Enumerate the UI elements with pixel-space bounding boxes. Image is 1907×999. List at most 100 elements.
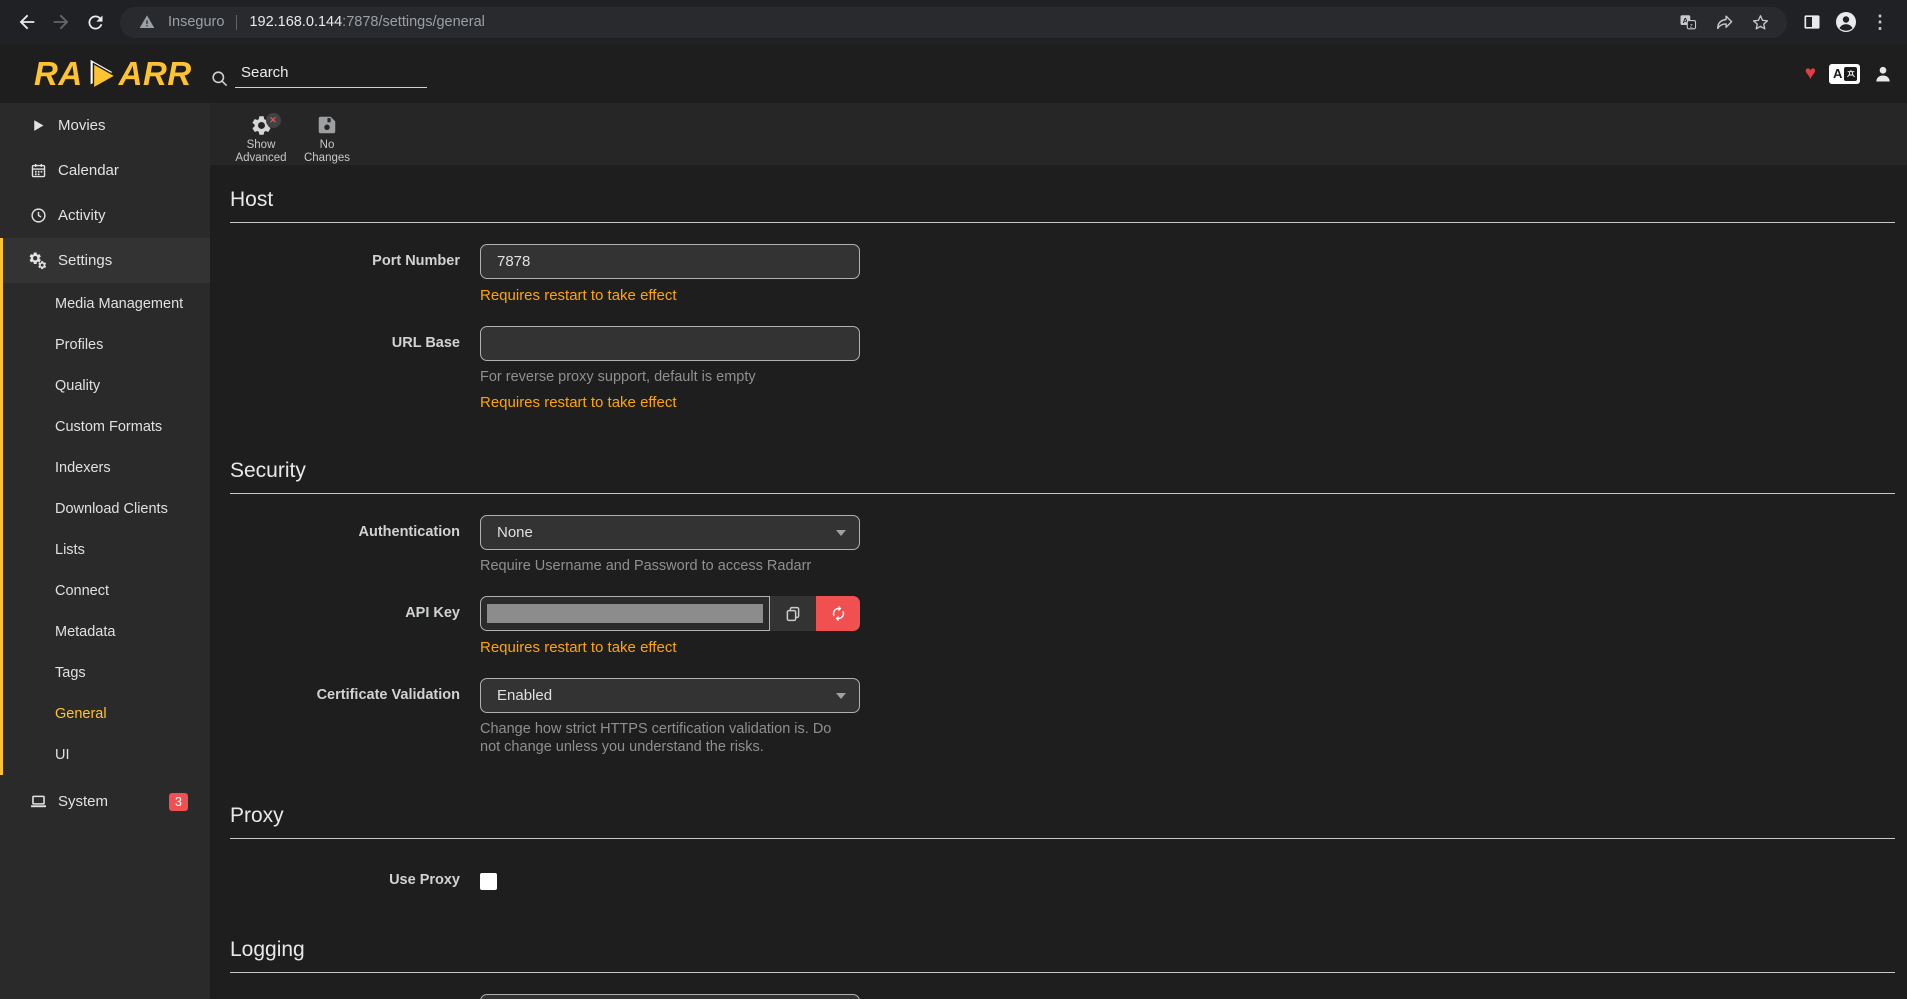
sidebar-item-indexers[interactable]: Indexers	[3, 447, 210, 488]
no-changes-label-2: Changes	[304, 152, 350, 165]
authentication-help: Require Username and Password to access …	[480, 557, 850, 575]
sidebar-item-tags[interactable]: Tags	[3, 652, 210, 693]
side-panel-icon[interactable]	[1795, 5, 1829, 39]
url-base-row: URL Base For reverse proxy support, defa…	[230, 326, 1895, 411]
authentication-label: Authentication	[230, 515, 480, 575]
url-base-input[interactable]	[480, 326, 860, 361]
no-changes-label-1: No	[320, 139, 335, 152]
system-health-badge: 3	[169, 793, 188, 811]
api-key-restart-warning: Requires restart to take effect	[480, 639, 860, 656]
url-base-help: For reverse proxy support, default is em…	[480, 368, 850, 386]
calendar-icon	[28, 162, 48, 179]
sidebar-item-calendar[interactable]: Calendar	[0, 148, 210, 193]
copy-api-key-button[interactable]	[770, 596, 816, 631]
section-logging: Logging Log Level Info	[230, 938, 1895, 999]
sidebar-item-activity[interactable]: Activity	[0, 193, 210, 238]
sidebar-item-metadata[interactable]: Metadata	[3, 611, 210, 652]
api-key-label: API Key	[230, 596, 480, 656]
address-bar[interactable]: Inseguro 192.168.0.144 :7878/settings/ge…	[120, 7, 1787, 38]
port-number-label: Port Number	[230, 244, 480, 304]
back-icon[interactable]	[10, 5, 44, 39]
browser-toolbar: Inseguro 192.168.0.144 :7878/settings/ge…	[0, 0, 1907, 44]
settings-content: Host Port Number Requires restart to tak…	[210, 165, 1907, 999]
play-icon	[28, 117, 48, 134]
section-security: Security Authentication None Require Use…	[230, 459, 1895, 756]
sidebar-item-ui[interactable]: UI	[3, 734, 210, 775]
log-level-label: Log Level	[230, 994, 480, 999]
sidebar-item-download-clients[interactable]: Download Clients	[3, 488, 210, 529]
regenerate-api-key-button[interactable]	[816, 596, 860, 631]
api-key-input[interactable]	[480, 596, 770, 631]
sidebar: Movies Calendar Activity	[0, 103, 210, 999]
sidebar-item-general[interactable]: General	[3, 693, 210, 734]
log-level-select[interactable]: Info	[480, 994, 860, 999]
sidebar-item-label: System	[58, 793, 108, 810]
save-floppy-icon	[316, 114, 338, 136]
show-advanced-label-2: Advanced	[235, 152, 286, 165]
browser-profile-avatar[interactable]	[1829, 5, 1863, 39]
sidebar-item-settings[interactable]: Settings	[3, 238, 210, 283]
chevron-down-icon	[836, 530, 846, 536]
port-restart-warning: Requires restart to take effect	[480, 287, 860, 304]
translate-icon[interactable]: Az	[1675, 9, 1701, 35]
port-number-input[interactable]	[480, 244, 860, 279]
sidebar-item-quality[interactable]: Quality	[3, 365, 210, 406]
app-translate-icon[interactable]: A	[1829, 64, 1860, 84]
bookmark-star-icon[interactable]	[1747, 9, 1773, 35]
share-icon[interactable]	[1711, 9, 1737, 35]
sidebar-item-connect[interactable]: Connect	[3, 570, 210, 611]
security-label: Inseguro	[168, 14, 224, 30]
browser-menu-icon[interactable]: ⋮	[1863, 5, 1897, 39]
app-header: RA ARR ♥ A	[0, 44, 1907, 103]
logo-play-icon	[84, 56, 118, 92]
authentication-select[interactable]: None	[480, 515, 860, 550]
sidebar-item-media-management[interactable]: Media Management	[3, 283, 210, 324]
certificate-validation-label: Certificate Validation	[230, 678, 480, 756]
sidebar-item-movies[interactable]: Movies	[0, 103, 210, 148]
screen: Inseguro 192.168.0.144 :7878/settings/ge…	[0, 0, 1907, 999]
logo-text-right: ARR	[119, 55, 192, 93]
sidebar-item-system[interactable]: System 3	[0, 779, 210, 824]
sidebar-item-custom-formats[interactable]: Custom Formats	[3, 406, 210, 447]
sidebar-item-label: Activity	[58, 207, 106, 224]
main-panel: ✕ Show Advanced No Changes	[210, 103, 1907, 999]
search-icon	[210, 69, 229, 88]
certificate-validation-help: Change how strict HTTPS certification va…	[480, 720, 850, 756]
sidebar-item-profiles[interactable]: Profiles	[3, 324, 210, 365]
authentication-value: None	[497, 524, 533, 541]
section-proxy: Proxy Use Proxy	[230, 804, 1895, 890]
save-changes-button[interactable]: No Changes	[298, 109, 356, 165]
page-toolbar: ✕ Show Advanced No Changes	[210, 103, 1907, 165]
section-title-security: Security	[230, 459, 1895, 494]
section-title-proxy: Proxy	[230, 804, 1895, 839]
reload-icon[interactable]	[78, 5, 112, 39]
sidebar-item-lists[interactable]: Lists	[3, 529, 210, 570]
refresh-icon	[830, 605, 847, 622]
url-host: 192.168.0.144	[249, 14, 342, 30]
svg-text:z: z	[1690, 23, 1693, 29]
sidebar-item-label: Movies	[58, 117, 106, 134]
sidebar-settings-block: Settings Media Management Profiles Quali…	[0, 238, 210, 775]
forward-icon[interactable]	[44, 5, 78, 39]
certificate-validation-value: Enabled	[497, 687, 552, 704]
search-input[interactable]	[235, 60, 427, 88]
clock-icon	[28, 207, 48, 224]
gears-icon	[28, 251, 48, 271]
certificate-validation-row: Certificate Validation Enabled Change ho…	[230, 678, 1895, 756]
url-path: :7878/settings/general	[342, 14, 485, 30]
radarr-logo[interactable]: RA ARR	[34, 55, 210, 93]
chevron-down-icon	[836, 693, 846, 699]
copy-icon	[784, 605, 802, 623]
api-key-redacted-value	[487, 604, 763, 623]
certificate-validation-select[interactable]: Enabled	[480, 678, 860, 713]
donate-heart-icon[interactable]: ♥	[1805, 63, 1816, 85]
not-secure-warning-icon[interactable]	[134, 9, 160, 35]
log-level-row: Log Level Info	[230, 994, 1895, 999]
use-proxy-row: Use Proxy	[230, 867, 1895, 890]
advanced-off-x-icon: ✕	[266, 113, 281, 128]
show-advanced-button[interactable]: ✕ Show Advanced	[232, 109, 290, 165]
show-advanced-label-1: Show	[247, 139, 276, 152]
use-proxy-checkbox[interactable]	[480, 873, 497, 890]
user-icon[interactable]	[1873, 64, 1893, 84]
sidebar-item-label: Calendar	[58, 162, 119, 179]
